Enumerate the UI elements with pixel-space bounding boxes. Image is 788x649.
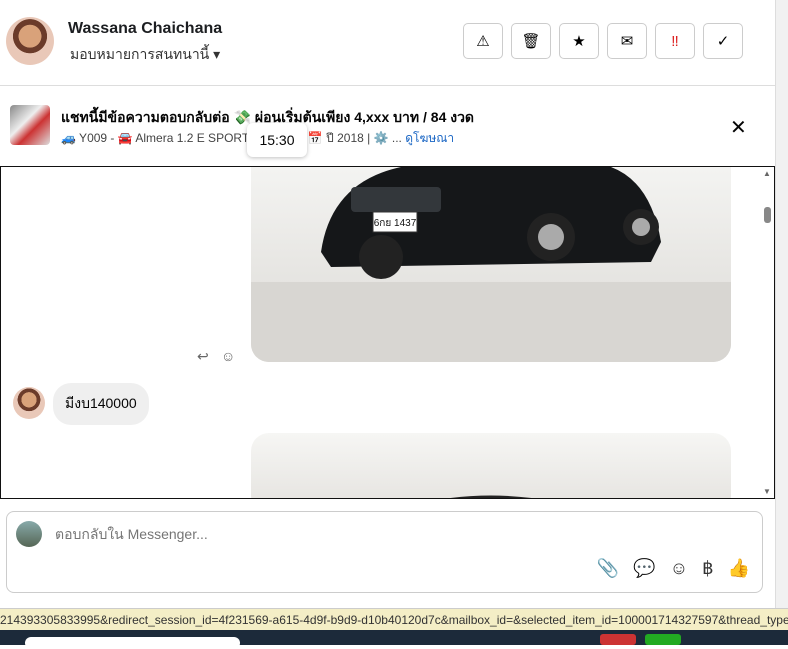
assign-label: มอบหมายการสนทนานี้ [70,46,210,62]
reply-icon[interactable]: ↩ [197,348,209,365]
car-photo-message[interactable]: 6กย 1437 [251,167,731,362]
contact-avatar[interactable] [6,17,54,65]
double-exclamation-icon: ‼ [671,32,679,50]
saved-replies-icon[interactable]: 💬 [633,558,655,579]
page-avatar [16,521,42,547]
license-plate: 6กย 1437 [374,218,417,229]
action-buttons: ⚠ 🗑 ★ ✉ ‼ ✓ [463,23,743,59]
view-ad-link[interactable]: ดูโฆษณา [405,131,454,145]
car-image [451,495,531,498]
trash-icon: 🗑 [521,33,541,50]
status-bar-url: 214393305833995&redirect_session_id=4f23… [0,608,788,630]
ad-context-banner: แชทนี้มีข้อความตอบกลับต่อ 💸 ผ่อนเริ่มต้น… [0,87,775,165]
timestamp-tooltip: 15:30 [247,123,307,157]
delete-button[interactable]: 🗑 [511,23,551,59]
message-thread: 6กย 1437 ↩ ☺ มีงบ140000 ▲ ▼ [0,166,775,499]
car-image: 6กย 1437 [251,167,731,362]
caret-down-icon: ▾ [213,46,221,62]
page-scrollbar[interactable] [775,0,788,610]
scroll-thumb[interactable] [764,207,771,223]
ad-details: 🚙 Y009 - 🚘 Almera 1.2 E SPORTECH 2018 📅 … [61,131,402,145]
spam-button[interactable]: ⚠ [463,23,503,59]
attachment-icon[interactable]: 📎 [597,558,619,579]
reply-input[interactable] [55,526,655,542]
os-taskbar [0,630,788,649]
important-button[interactable]: ‼ [655,23,695,59]
envelope-icon: ✉ [620,33,634,50]
warning-icon: ⚠ [476,33,490,50]
payment-baht-icon[interactable]: ฿ [702,558,713,579]
car-photo-message[interactable] [251,433,731,498]
thread-scrollbar[interactable]: ▲ ▼ [761,167,774,498]
taskbar-app[interactable] [645,634,681,645]
contact-name[interactable]: Wassana Chaichana [68,20,222,38]
close-icon[interactable]: ✕ [730,115,747,140]
taskbar-app[interactable] [600,634,636,645]
star-button[interactable]: ★ [559,23,599,59]
emoji-icon[interactable]: ☺ [670,558,688,579]
message-composer: 📎 💬 ☺ ฿ 👍 [6,511,763,593]
scroll-down-icon[interactable]: ▼ [763,487,771,496]
mark-done-button[interactable]: ✓ [703,23,743,59]
mark-unread-button[interactable]: ✉ [607,23,647,59]
ad-thumbnail [10,105,50,145]
star-icon: ★ [572,33,586,50]
composer-tools: 📎 💬 ☺ ฿ 👍 [597,558,750,579]
check-icon: ✓ [716,33,730,50]
react-emoji-icon[interactable]: ☺ [221,348,235,364]
thumbs-up-icon[interactable]: 👍 [728,558,750,579]
scroll-up-icon[interactable]: ▲ [763,169,771,178]
sender-avatar [13,387,45,419]
assign-conversation-dropdown[interactable]: มอบหมายการสนทนานี้ ▾ [70,44,220,66]
taskbar-search[interactable] [25,637,240,649]
message-bubble: มีงบ140000 [53,383,149,425]
conversation-header: Wassana Chaichana มอบหมายการสนทนานี้ ▾ ⚠… [0,0,775,86]
